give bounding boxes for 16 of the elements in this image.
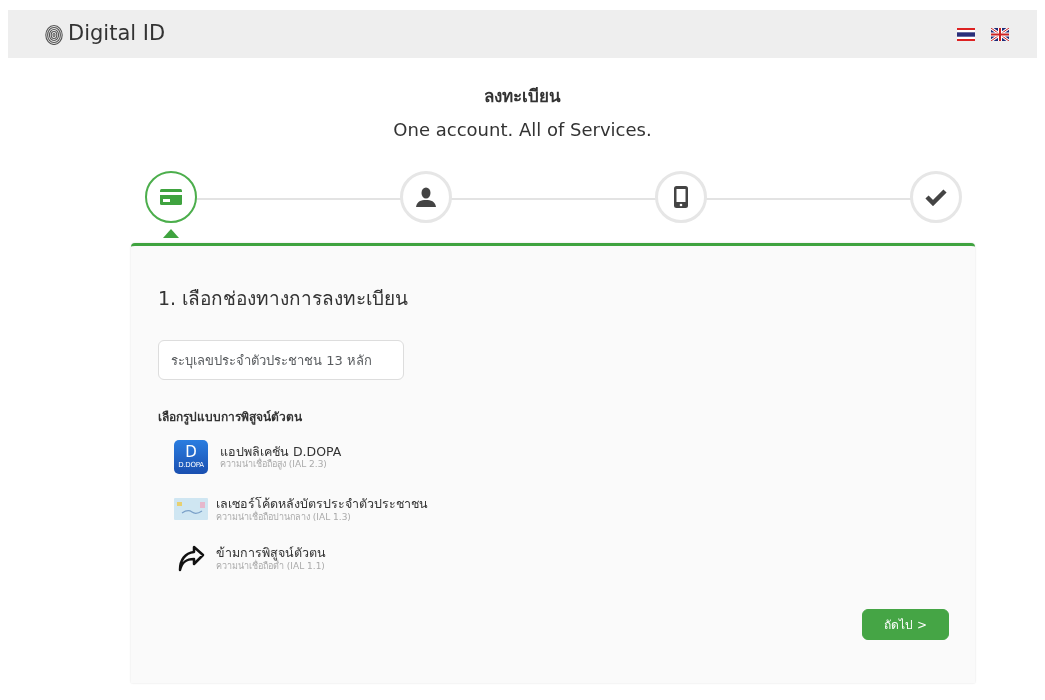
- method-label: เลือกรูปแบบการพิสูจน์ตัวตน: [158, 409, 303, 426]
- uk-flag-icon[interactable]: [991, 27, 1009, 41]
- brand-name[interactable]: Digital ID: [68, 18, 166, 50]
- page-subtitle: One account. All of Services.: [392, 117, 653, 142]
- fingerprint-icon: [44, 23, 64, 45]
- page-title: ลงทะเบียน: [483, 85, 562, 108]
- id-number-field[interactable]: ระบุเลขประจำตัวประชาชน 13 หลัก: [158, 340, 404, 380]
- thai-flag-icon[interactable]: [957, 27, 975, 41]
- method-option[interactable]: เลเซอร์โค้ดหลังบัตรประจำตัวประชาชน ความน่าเชื่อถือปานกลาง (IAL 1.3): [174, 496, 949, 523]
- credit-card-icon: [160, 188, 182, 205]
- phone-icon: [674, 185, 688, 208]
- form-heading: 1. เลือกช่องทางการลงทะเบียน: [158, 285, 410, 311]
- person-icon: [416, 186, 436, 207]
- method-option[interactable]: ข้ามการพิสูจน์ตัวตน ความน่าเชื่อถือต่ำ (IAL 1.1): [174, 544, 949, 573]
- check-icon: [925, 187, 947, 206]
- id-card-icon: [174, 498, 208, 521]
